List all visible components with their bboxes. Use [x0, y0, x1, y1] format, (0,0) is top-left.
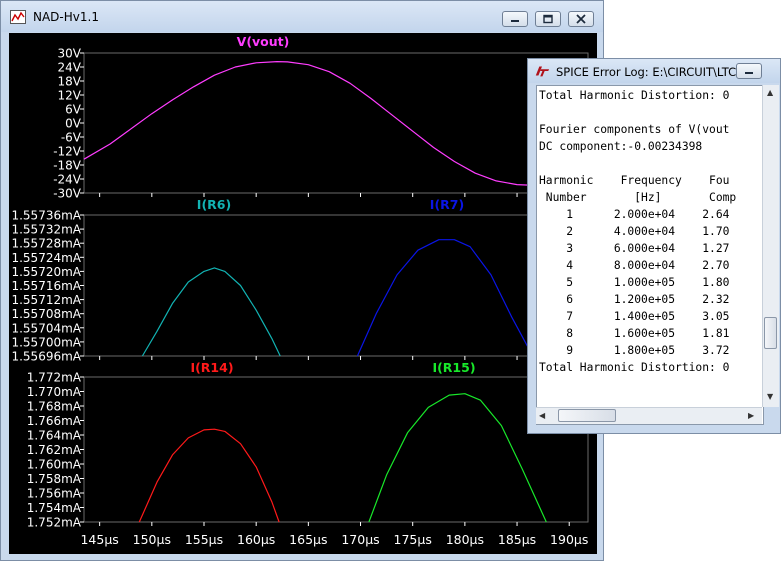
y-tick-label: 1.758mA — [27, 472, 82, 486]
close-icon — [576, 14, 586, 24]
minimize-icon — [745, 72, 753, 74]
y-tick-label: 1.55708mA — [11, 307, 81, 321]
y-tick-label: 1.55720mA — [11, 265, 81, 279]
y-tick-label: 1.766mA — [27, 414, 82, 428]
trace-v-vout — [83, 61, 575, 187]
vertical-scroll-thumb[interactable] — [764, 317, 777, 349]
x-tick-label: 190µs — [550, 532, 588, 547]
y-tick-label: -24V — [53, 173, 82, 187]
scroll-right-arrow-icon[interactable]: ▶ — [748, 411, 754, 421]
y-tick-label: 1.55732mA — [11, 223, 81, 237]
y-tick-label: 1.55716mA — [11, 279, 81, 293]
trace-i-r14 — [138, 428, 280, 523]
y-tick-label: 1.55700mA — [11, 335, 81, 349]
error-log-minimize-button[interactable] — [736, 63, 762, 79]
y-tick-label: 1.55736mA — [11, 209, 81, 223]
y-tick-label: -30V — [53, 187, 82, 201]
y-tick-label: 1.55712mA — [11, 293, 81, 307]
y-tick-label: 1.762mA — [27, 443, 82, 457]
trace-label: V(vout) — [237, 34, 290, 49]
x-tick-label: 160µs — [237, 532, 275, 547]
x-tick-label: 170µs — [341, 532, 379, 547]
y-tick-label: 1.756mA — [27, 487, 82, 501]
trace-label: I(R14) — [190, 360, 233, 375]
pane-frame — [83, 214, 589, 357]
x-tick-label: 175µs — [394, 532, 432, 547]
y-tick-label: 1.764mA — [27, 429, 82, 443]
y-tick-label: 1.55696mA — [11, 350, 81, 364]
y-tick-label: 18V — [58, 75, 82, 89]
trace-i-r6 — [141, 267, 281, 357]
spice-error-log-window: SPICE Error Log: E:\CIRCUIT\LTC... Total… — [527, 58, 781, 434]
y-tick-label: 6V — [65, 103, 82, 117]
error-log-horizontal-scrollbar[interactable]: ◀ ▶ — [536, 407, 762, 424]
trace-label: I(R6) — [197, 197, 231, 212]
scroll-up-arrow-icon[interactable]: ▲ — [767, 88, 773, 98]
error-log-text: Total Harmonic Distortion: 0 Fourier com… — [539, 89, 737, 374]
waveform-plot[interactable]: 30V24V18V12V6V0V-6V-12V-18V-24V-30V V(vou… — [9, 33, 597, 554]
waveform-window-titlebar[interactable]: NAD-Hv1.1 — [1, 1, 603, 32]
x-tick-label: 150µs — [133, 532, 171, 547]
horizontal-scroll-thumb[interactable] — [558, 409, 616, 422]
y-tick-label: 0V — [65, 117, 82, 131]
x-tick-label: 180µs — [446, 532, 484, 547]
trace-i-r7 — [356, 239, 534, 357]
waveform-plot-area[interactable]: 30V 24V 18V 12V 6V 0V -6V -12V -18V -24V -30V V(vou… — [9, 33, 597, 554]
x-tick-label: 185µs — [498, 532, 536, 547]
y-tick-label: -6V — [61, 131, 82, 145]
y-tick-label: 1.760mA — [27, 458, 82, 472]
waveform-app-icon — [10, 10, 26, 24]
pane-frame — [83, 52, 589, 194]
x-tick-label: 145µs — [80, 532, 118, 547]
x-tick-label: 165µs — [289, 532, 327, 547]
y-tick-label: 1.55728mA — [11, 237, 81, 251]
restore-button[interactable] — [535, 11, 561, 27]
error-log-title: SPICE Error Log: E:\CIRCUIT\LTC... — [556, 65, 748, 79]
y-tick-label: 1.55724mA — [11, 251, 81, 265]
error-log-vertical-scrollbar[interactable]: ▲ ▼ — [762, 85, 779, 407]
error-log-text-area[interactable]: Total Harmonic Distortion: 0 Fourier com… — [536, 85, 764, 425]
trace-i-r15 — [368, 393, 547, 523]
y-tick-label: 30V — [58, 47, 82, 61]
y-tick-label: -18V — [53, 159, 82, 173]
y-tick-label: 1.768mA — [27, 400, 82, 414]
y-tick-label: 1.770mA — [27, 385, 82, 399]
minimize-button[interactable] — [502, 11, 528, 27]
error-log-titlebar[interactable]: SPICE Error Log: E:\CIRCUIT\LTC... — [528, 59, 780, 83]
restore-icon — [543, 14, 553, 24]
y-tick-label: 12V — [58, 89, 82, 103]
scroll-down-arrow-icon[interactable]: ▼ — [767, 392, 773, 402]
waveform-window-title: NAD-Hv1.1 — [33, 10, 99, 24]
y-tick-label: 1.752mA — [27, 516, 82, 530]
x-tick-label: 155µs — [185, 532, 223, 547]
scroll-left-arrow-icon[interactable]: ◀ — [539, 411, 545, 421]
y-tick-label: 1.754mA — [27, 501, 82, 515]
trace-label: I(R15) — [432, 360, 475, 375]
ltspice-icon — [535, 66, 550, 77]
minimize-icon — [511, 20, 519, 22]
close-button[interactable] — [568, 11, 594, 27]
y-tick-label: 1.772mA — [27, 371, 82, 385]
y-tick-label: 24V — [58, 61, 82, 75]
trace-label: I(R7) — [430, 197, 464, 212]
y-tick-label: -12V — [53, 145, 82, 159]
waveform-window: NAD-Hv1.1 30V 24V 18V 12V 6V 0V -6V -12V -18V -24… — [0, 0, 604, 561]
y-tick-label: 1.55704mA — [11, 321, 81, 335]
